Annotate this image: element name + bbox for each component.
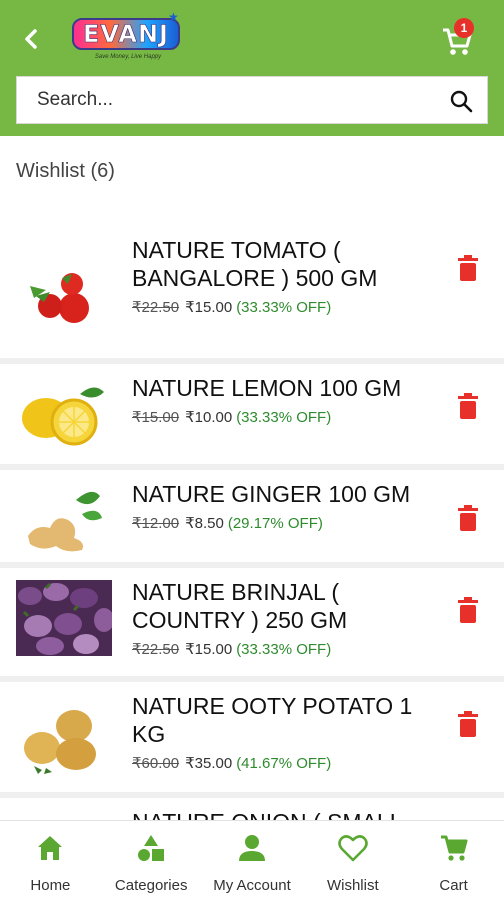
sale-price: ₹15.00 <box>185 641 233 658</box>
price-line: ₹60.00 ₹35.00 (41.67% OFF) <box>132 754 331 772</box>
price-line: ₹22.50 ₹15.00 (33.33% OFF) <box>132 298 331 316</box>
bottom-navigation: Home Categories My Account Wishlist Cart <box>0 820 504 900</box>
sale-price: ₹8.50 <box>185 515 224 532</box>
nav-home[interactable]: Home <box>0 821 101 900</box>
sale-price: ₹35.00 <box>185 755 233 772</box>
onion-image <box>16 810 112 820</box>
categories-icon <box>138 835 165 861</box>
mrp-price: ₹15.00 <box>132 409 180 426</box>
mrp-price: ₹22.50 <box>132 299 180 316</box>
header-cart-button[interactable]: 1 <box>440 18 480 58</box>
list-item[interactable]: NATURE OOTY POTATO 1 KG ₹60.00 ₹35.00 (41.… <box>0 682 504 792</box>
user-icon <box>238 835 265 861</box>
discount-label: (33.33% OFF) <box>236 409 332 426</box>
nav-wishlist[interactable]: Wishlist <box>302 821 403 900</box>
price-line: ₹12.00 ₹8.50 (29.17% OFF) <box>132 514 323 532</box>
product-name[interactable]: NATURE ONION ( SMALL <box>132 808 442 820</box>
brand-logo[interactable]: EVANJ ★ Save Money, Live Happy <box>72 10 182 68</box>
product-name[interactable]: NATURE LEMON 100 GM <box>132 374 442 402</box>
logo-text: EVANJ <box>72 18 180 50</box>
delete-icon[interactable] <box>456 596 480 624</box>
logo-star-icon: ★ <box>168 10 179 24</box>
wishlist-list: NATURE TOMATO ( BANGALORE ) 500 GM ₹22.5… <box>0 222 504 820</box>
delete-icon[interactable] <box>456 392 480 420</box>
nav-label: Cart <box>439 877 468 894</box>
page-title: Wishlist (6) <box>16 160 115 182</box>
price-line: ₹15.00 ₹10.00 (33.33% OFF) <box>132 408 331 426</box>
price-line: ₹22.50 ₹15.00 (33.33% OFF) <box>132 640 331 658</box>
app-header: EVANJ ★ Save Money, Live Happy 1 <box>0 0 504 136</box>
product-name[interactable]: NATURE OOTY POTATO 1 KG <box>132 692 442 748</box>
search-input[interactable] <box>17 80 437 120</box>
tomato-image <box>30 273 89 323</box>
potato-image <box>24 710 96 774</box>
nav-label: Wishlist <box>326 877 379 894</box>
chevron-left-icon <box>25 29 37 49</box>
heart-icon <box>337 835 368 862</box>
nav-cart[interactable]: Cart <box>403 821 504 900</box>
mrp-price: ₹60.00 <box>132 755 180 772</box>
brinjal-image <box>16 580 112 656</box>
sale-price: ₹15.00 <box>185 299 233 316</box>
discount-label: (33.33% OFF) <box>236 641 332 658</box>
mrp-price: ₹12.00 <box>132 515 180 532</box>
nav-label: Categories <box>114 877 188 894</box>
nav-label: Home <box>30 877 71 894</box>
product-name[interactable]: NATURE BRINJAL ( COUNTRY ) 250 GM <box>132 578 442 634</box>
home-icon <box>38 836 63 860</box>
discount-label: (29.17% OFF) <box>227 515 323 532</box>
mrp-price: ₹22.50 <box>132 641 180 658</box>
back-button[interactable] <box>16 24 46 54</box>
product-name[interactable]: NATURE TOMATO ( BANGALORE ) 500 GM <box>132 236 442 292</box>
sale-price: ₹10.00 <box>185 409 233 426</box>
cart-icon <box>440 835 468 861</box>
logo-tagline: Save Money, Live Happy <box>94 54 162 60</box>
search-bar <box>16 76 488 124</box>
delete-icon[interactable] <box>456 504 480 532</box>
delete-icon[interactable] <box>456 254 480 282</box>
list-item[interactable]: NATURE ONION ( SMALL <box>0 798 504 820</box>
delete-icon[interactable] <box>456 710 480 738</box>
list-item[interactable]: NATURE GINGER 100 GM ₹12.00 ₹8.50 (29.17% … <box>0 470 504 562</box>
lemon-image <box>22 387 104 446</box>
list-item[interactable]: NATURE TOMATO ( BANGALORE ) 500 GM ₹22.5… <box>0 222 504 358</box>
list-item[interactable]: NATURE BRINJAL ( COUNTRY ) 250 GM ₹22.50… <box>0 568 504 676</box>
nav-my-account[interactable]: My Account <box>202 821 303 900</box>
nav-categories[interactable]: Categories <box>101 821 202 900</box>
nav-label: My Account <box>213 877 291 894</box>
discount-label: (33.33% OFF) <box>236 299 332 316</box>
list-item[interactable]: NATURE LEMON 100 GM ₹15.00 ₹10.00 (33.33% … <box>0 364 504 464</box>
discount-label: (41.67% OFF) <box>236 755 332 772</box>
product-name[interactable]: NATURE GINGER 100 GM <box>132 480 442 508</box>
cart-count-badge: 1 <box>454 18 474 38</box>
search-icon[interactable] <box>449 89 473 113</box>
ginger-image <box>28 491 102 552</box>
